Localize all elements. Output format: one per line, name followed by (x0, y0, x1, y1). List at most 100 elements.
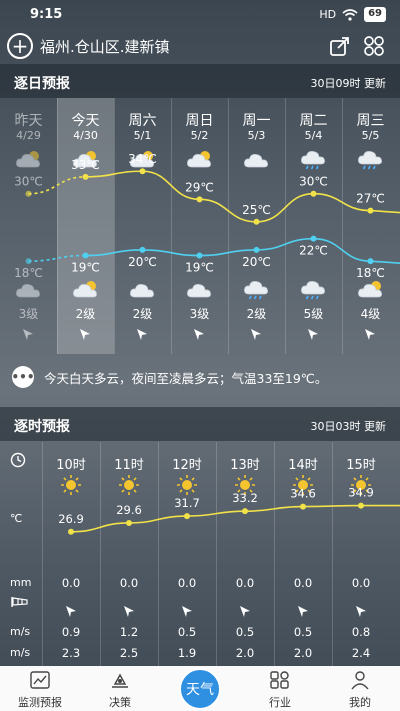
day-name: 今天 (71, 113, 100, 129)
hour-time: 10时 (56, 458, 86, 473)
wind-direction-icon (308, 329, 318, 340)
day-column[interactable]: 昨天 4/29 3级 (0, 98, 57, 354)
rain-unit-label: mm (10, 576, 32, 589)
nav-label: 行业 (269, 696, 291, 709)
wind-speed-value-2: 2.5 (119, 646, 139, 660)
nav-item[interactable]: 监测预报 (0, 666, 80, 711)
nav-label: 决策 (109, 696, 131, 709)
sunny-icon (61, 475, 81, 495)
rain-value: 0.0 (177, 576, 197, 590)
nav-item[interactable]: 行业 (240, 666, 320, 711)
signal-icon: HD (319, 8, 337, 21)
day-date: 5/3 (247, 129, 266, 142)
plus-icon[interactable]: + (7, 33, 33, 59)
day-name: 周六 (128, 113, 157, 129)
wind-speed-value: 1.2 (119, 625, 139, 639)
wind-direction-icon (80, 329, 90, 340)
speed-unit-label-2: m/s (10, 646, 31, 659)
nav-item[interactable]: 天气 (160, 666, 240, 711)
rain-value: 0.0 (293, 576, 313, 590)
wind-direction-icon (251, 329, 261, 340)
column-separator (285, 98, 286, 354)
daily-update-time: 30日09时 更新 (310, 77, 387, 90)
status-time: 9:15 (30, 7, 63, 22)
wind-direction-icon (240, 606, 250, 617)
weather-icon[interactable]: 天气 (179, 668, 221, 710)
day-name: 周二 (299, 113, 328, 129)
day-date: 5/2 (190, 129, 209, 142)
column-separator (42, 442, 43, 666)
wind-speed-value: 0.8 (351, 625, 371, 639)
wifi-icon (342, 8, 358, 21)
day-date: 4/29 (16, 129, 41, 142)
hour-time: 15时 (346, 458, 376, 473)
day-name: 周日 (185, 113, 214, 129)
partly-cloudy-icon (130, 151, 154, 168)
wind-speed-value: 0.5 (177, 625, 197, 639)
rain-icon (301, 281, 325, 300)
wind-level: 2级 (75, 307, 96, 321)
column-separator (332, 442, 333, 666)
rain-icon (244, 281, 268, 300)
column-separator (158, 442, 159, 666)
hourly-forecast-header: 逐时预报 30日03时 更新 (0, 407, 400, 441)
column-separator (114, 98, 115, 354)
rain-icon (358, 151, 382, 170)
partly-cloudy-icon (16, 151, 40, 168)
wind-direction-icon (124, 606, 134, 617)
nav-label: 监测预报 (18, 696, 62, 709)
speed-unit-label-1: m/s (10, 625, 31, 638)
sunny-icon (235, 475, 255, 495)
wind-speed-value: 0.9 (61, 625, 81, 639)
day-name: 周三 (356, 113, 385, 129)
clock-icon (10, 452, 26, 468)
wind-level: 4级 (360, 307, 381, 321)
hour-column[interactable]: 12时 0.0 0.5 1.9 (158, 442, 216, 666)
hour-column[interactable]: 15时 0.0 0.8 2.4 (332, 442, 390, 666)
chart-icon (30, 671, 50, 689)
day-column[interactable]: 周日 5/2 3级 (171, 98, 228, 354)
wind-speed-value-2: 2.0 (235, 646, 255, 660)
column-separator (274, 442, 275, 666)
wind-direction-icon (194, 329, 204, 340)
day-column[interactable]: 周二 5/4 5级 (285, 98, 342, 354)
day-column[interactable]: 今天 4/30 2级 (57, 98, 114, 354)
hour-time: 11时 (114, 458, 144, 473)
wind-direction-icon (298, 606, 308, 617)
day-column[interactable]: 周三 5/5 4级 (342, 98, 399, 354)
daily-forecast-header: 逐日预报 30日09时 更新 (0, 64, 400, 98)
hourly-forecast: ℃ mm m/s m/s 10时 0.0 0.9 2.3 11时 0.0 1.2… (0, 442, 400, 666)
wind-level: 3级 (189, 307, 210, 321)
nav-item[interactable]: 我的 (320, 666, 400, 711)
summary-text: 今天白天多云，夜间至凌晨多云；气温33至19℃。 (44, 370, 328, 386)
column-separator (216, 442, 217, 666)
wind-speed-value: 0.5 (235, 625, 255, 639)
day-date: 5/5 (361, 129, 380, 142)
hour-column[interactable]: 11时 0.0 1.2 2.5 (100, 442, 158, 666)
rain-value: 0.0 (351, 576, 371, 590)
column-separator (342, 98, 343, 354)
hour-column[interactable]: 10时 0.0 0.9 2.3 (42, 442, 100, 666)
grid-icon[interactable] (362, 34, 386, 58)
rain-value: 0.0 (61, 576, 81, 590)
day-date: 5/1 (133, 129, 152, 142)
wind-direction-icon (365, 329, 375, 340)
nav-item[interactable]: 决策 (80, 666, 160, 711)
wind-speed-value-2: 1.9 (177, 646, 197, 660)
hour-time: 13时 (230, 458, 260, 473)
daily-forecast-title: 逐日预报 (14, 76, 70, 92)
share-icon[interactable] (328, 34, 352, 58)
hourly-update-time: 30日03时 更新 (310, 420, 387, 433)
hour-column[interactable]: 14时 0.0 0.5 2.0 (274, 442, 332, 666)
day-column[interactable]: 周一 5/3 2级 (228, 98, 285, 354)
wind-level: 3级 (18, 307, 39, 321)
sunny-icon (119, 475, 139, 495)
hour-column[interactable]: 13时 0.0 0.5 2.0 (216, 442, 274, 666)
app-header: + 福州.仓山区.建新镇 (0, 28, 400, 64)
wind-speed-value-2: 2.0 (293, 646, 313, 660)
wind-direction-icon (23, 329, 33, 340)
day-column[interactable]: 周六 5/1 2级 (114, 98, 171, 354)
location-title[interactable]: 福州.仓山区.建新镇 (40, 36, 170, 57)
status-icons: HD 69 (319, 7, 386, 22)
daily-forecast: 昨天 4/29 3级 今天 4/30 2级 周六 5/1 2级 周日 5/2 3… (0, 98, 400, 354)
